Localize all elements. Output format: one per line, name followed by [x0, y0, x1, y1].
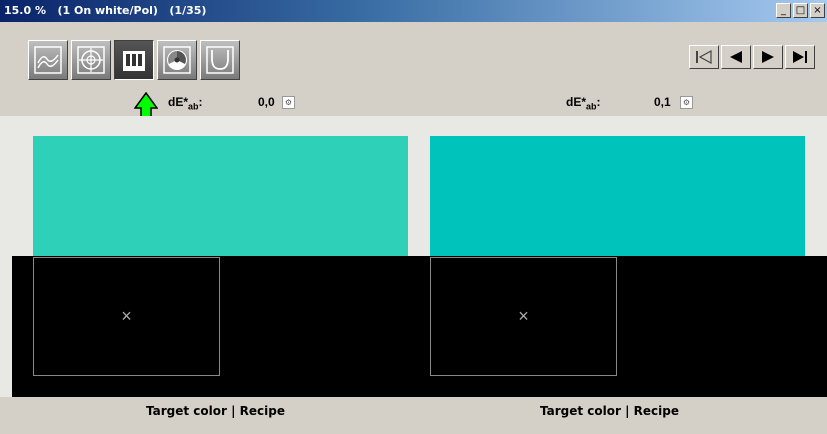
color-bars-view-button[interactable]	[114, 40, 154, 80]
goniometric-curve-icon	[206, 46, 234, 74]
title-bar: 15.0 % (1 On white/Pol) (1/35) _ □ ×	[0, 0, 827, 22]
de-value-left: 0,0	[258, 95, 275, 109]
record-navigation	[689, 45, 815, 69]
color-wheel-view-button[interactable]	[157, 40, 197, 80]
next-record-button[interactable]	[753, 45, 783, 69]
settings-icon[interactable]: ⚙	[680, 96, 693, 109]
image-placeholder-left: ×	[33, 257, 220, 376]
next-record-icon	[762, 51, 774, 63]
minimize-button[interactable]: _	[776, 3, 791, 18]
caption-left: Target color | Recipe	[146, 404, 286, 418]
close-icon: ×	[518, 306, 529, 326]
last-record-button[interactable]	[785, 45, 815, 69]
color-bars-icon	[123, 51, 145, 71]
spectral-curve-icon	[34, 46, 62, 74]
settings-icon[interactable]: ⚙	[282, 96, 295, 109]
previous-record-icon	[730, 51, 742, 63]
goniometric-view-button[interactable]	[200, 40, 240, 80]
spectral-curve-view-button[interactable]	[28, 40, 68, 80]
view-mode-toolbar	[28, 40, 240, 80]
target-color-swatch	[33, 136, 408, 256]
crosshair-view-button[interactable]	[71, 40, 111, 80]
window-title: 15.0 % (1 On white/Pol) (1/35)	[4, 4, 207, 17]
recipe-color-swatch	[430, 136, 805, 256]
first-record-icon	[696, 50, 712, 64]
close-icon: ×	[121, 306, 132, 326]
first-record-button[interactable]	[689, 45, 719, 69]
de-label-left: dE*ab:	[168, 95, 203, 112]
color-wheel-icon	[163, 46, 191, 74]
close-button[interactable]: ×	[810, 3, 825, 18]
image-placeholder-right: ×	[430, 257, 617, 376]
de-label-right: dE*ab:	[566, 95, 601, 112]
previous-record-button[interactable]	[721, 45, 751, 69]
caption-right: Target color | Recipe	[540, 404, 680, 418]
last-record-icon	[793, 51, 807, 63]
de-value-right: 0,1	[654, 95, 671, 109]
caption-bar	[0, 397, 827, 434]
crosshair-target-icon	[77, 46, 105, 74]
maximize-button[interactable]: □	[793, 3, 808, 18]
